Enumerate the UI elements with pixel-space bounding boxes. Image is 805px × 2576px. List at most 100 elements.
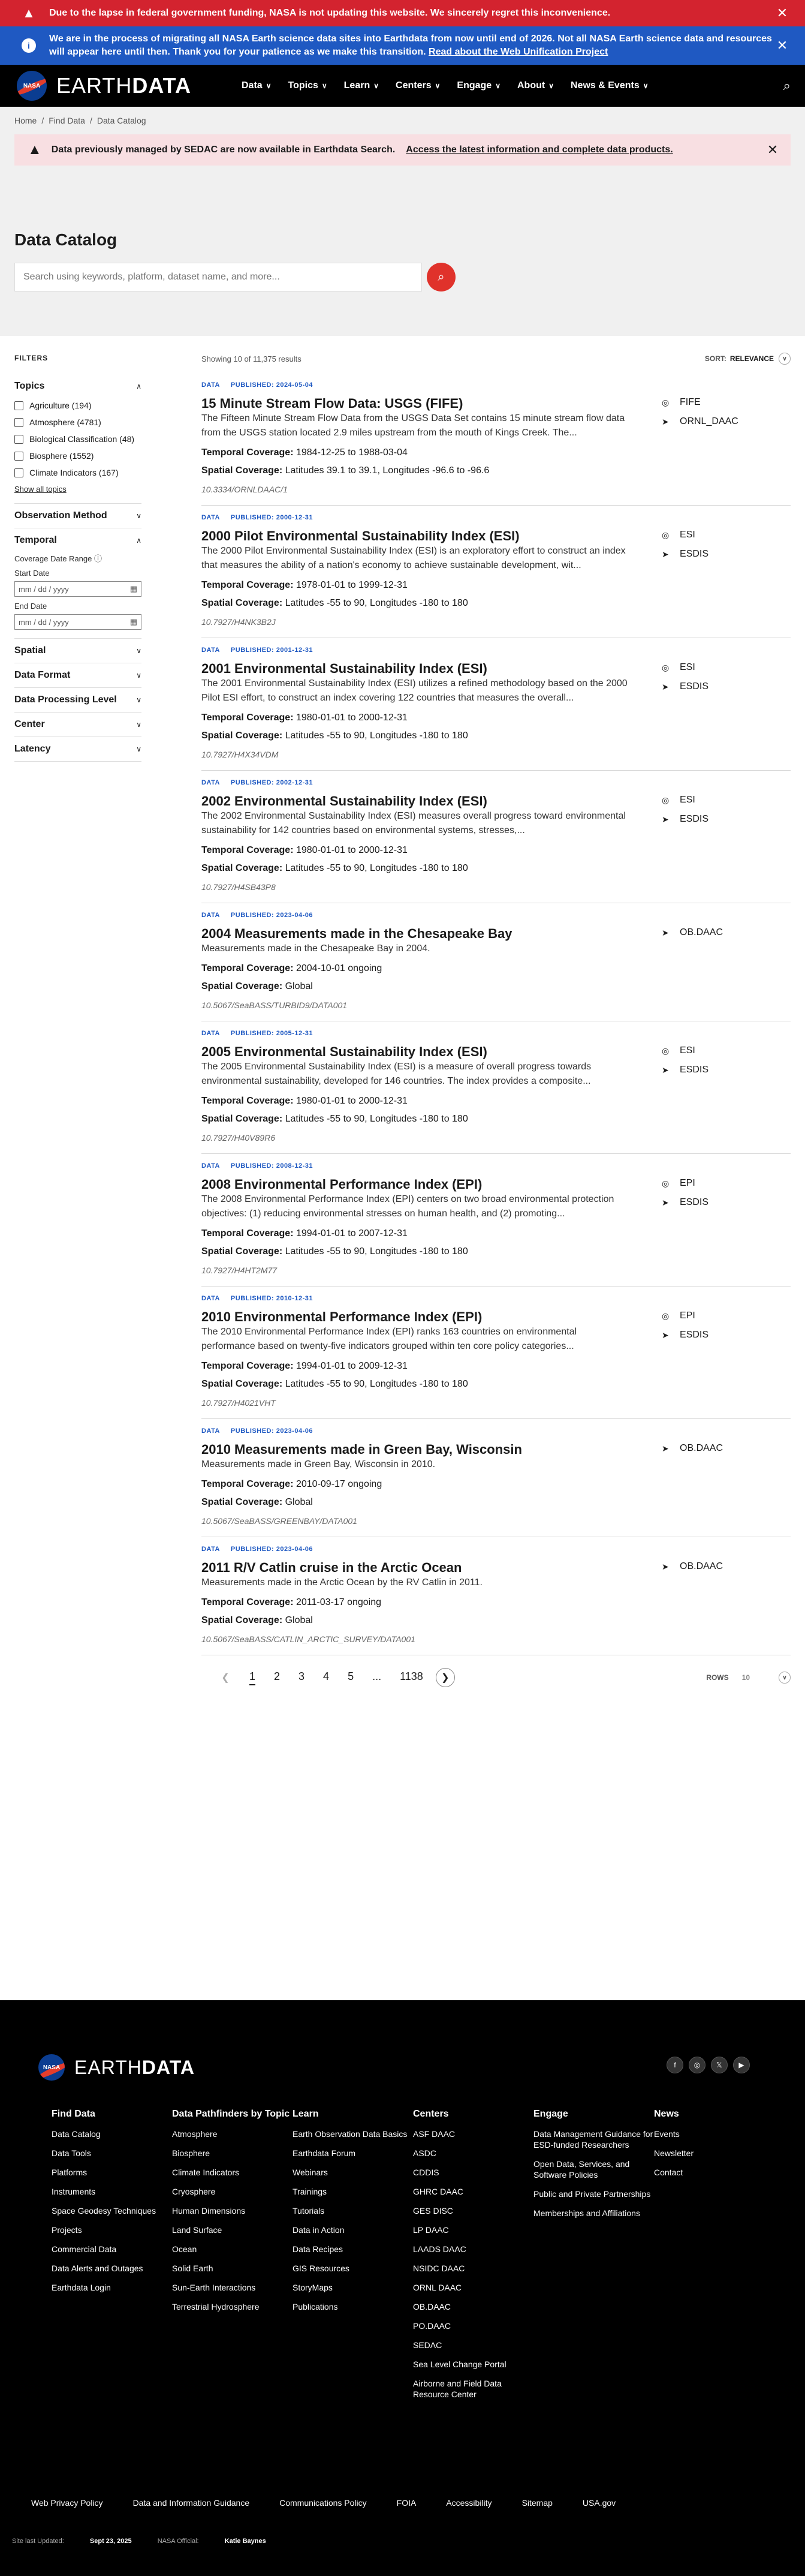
footer-link[interactable]: GHRC DAAC bbox=[413, 2186, 533, 2197]
nav-link-news-events[interactable]: News & Events ∨ bbox=[571, 80, 649, 91]
rows-per-page[interactable]: ROWS 10 ∨ bbox=[706, 1672, 791, 1684]
footer-link[interactable]: CDDIS bbox=[413, 2167, 533, 2178]
footer-link[interactable]: Sea Level Change Portal bbox=[413, 2359, 533, 2370]
footer-link[interactable]: Trainings bbox=[293, 2186, 413, 2197]
show-all-topics-link[interactable]: Show all topics bbox=[14, 485, 141, 494]
footer-link[interactable]: Atmosphere bbox=[172, 2129, 293, 2139]
result-title[interactable]: 2004 Measurements made in the Chesapeake… bbox=[201, 926, 512, 941]
center-filter[interactable]: Center ∨ bbox=[14, 713, 141, 737]
checkbox[interactable] bbox=[14, 434, 23, 444]
page-number-2[interactable]: 2 bbox=[274, 1670, 280, 1685]
result-title[interactable]: 2010 Environmental Performance Index (EP… bbox=[201, 1309, 482, 1324]
page-number-4[interactable]: 4 bbox=[323, 1670, 329, 1685]
footer-link[interactable]: Data Recipes bbox=[293, 2244, 413, 2255]
footer-link[interactable]: Earthdata Forum bbox=[293, 2148, 413, 2159]
footer-link[interactable]: Platforms bbox=[52, 2167, 172, 2178]
breadcrumb-item[interactable]: Find Data bbox=[49, 116, 85, 125]
footer-link[interactable]: Webinars bbox=[293, 2167, 413, 2178]
checkbox[interactable] bbox=[14, 451, 23, 461]
footer-link[interactable]: Contact bbox=[654, 2167, 774, 2178]
spatial-filter[interactable]: Spatial ∨ bbox=[14, 639, 141, 663]
page-number-1[interactable]: 1 bbox=[249, 1670, 256, 1685]
result-title[interactable]: 2011 R/V Catlin cruise in the Arctic Oce… bbox=[201, 1560, 462, 1575]
search-icon[interactable]: ⌕ bbox=[783, 78, 791, 94]
search-input[interactable] bbox=[14, 263, 422, 291]
nav-link-topics[interactable]: Topics ∨ bbox=[288, 80, 327, 91]
next-page-button[interactable]: ❯ bbox=[435, 1668, 455, 1687]
footer-link[interactable]: Open Data, Services, and Software Polici… bbox=[533, 2159, 654, 2180]
footer-link[interactable]: Publications bbox=[293, 2301, 413, 2312]
checkbox[interactable] bbox=[14, 417, 23, 427]
close-icon[interactable]: ✕ bbox=[774, 37, 791, 54]
previous-page-button[interactable]: ❮ bbox=[216, 1668, 235, 1687]
footer-link[interactable]: Newsletter bbox=[654, 2148, 774, 2159]
topic-facet[interactable]: Biological Classification (48) bbox=[14, 434, 141, 444]
footer-link[interactable]: Data Alerts and Outages bbox=[52, 2263, 172, 2274]
data-processing-level-filter[interactable]: Data Processing Level ∨ bbox=[14, 688, 141, 713]
result-title[interactable]: 2010 Measurements made in Green Bay, Wis… bbox=[201, 1442, 522, 1457]
footer-link[interactable]: OB.DAAC bbox=[413, 2301, 533, 2312]
footer-link[interactable]: Ocean bbox=[172, 2244, 293, 2255]
footer-link[interactable]: Data Management Guidance for ESD-funded … bbox=[533, 2129, 654, 2150]
result-title[interactable]: 2008 Environmental Performance Index (EP… bbox=[201, 1177, 482, 1192]
footer-link[interactable]: Land Surface bbox=[172, 2225, 293, 2235]
footer-bottom-link[interactable]: Sitemap bbox=[522, 2498, 553, 2508]
footer-link[interactable]: Earth Observation Data Basics bbox=[293, 2129, 413, 2139]
migration-link[interactable]: Read about the Web Unification Project bbox=[429, 47, 608, 57]
footer-link[interactable]: Human Dimensions bbox=[172, 2205, 293, 2216]
footer-link[interactable]: Memberships and Affiliations bbox=[533, 2208, 654, 2219]
nav-link-data[interactable]: Data ∨ bbox=[242, 80, 271, 91]
footer-link[interactable]: Climate Indicators bbox=[172, 2167, 293, 2178]
facebook-icon[interactable]: f bbox=[667, 2057, 683, 2073]
footer-bottom-link[interactable]: Accessibility bbox=[446, 2498, 492, 2508]
nav-link-engage[interactable]: Engage ∨ bbox=[457, 80, 501, 91]
youtube-icon[interactable]: ▶ bbox=[733, 2057, 750, 2073]
page-number-1138[interactable]: 1138 bbox=[400, 1670, 423, 1685]
footer-link[interactable]: LAADS DAAC bbox=[413, 2244, 533, 2255]
data-format-filter[interactable]: Data Format ∨ bbox=[14, 663, 141, 688]
earthdata-logo[interactable]: NASA EARTHDATA bbox=[17, 71, 191, 101]
end-date-input[interactable]: mm / dd / yyyy ▦ bbox=[14, 614, 141, 630]
close-icon[interactable]: ✕ bbox=[764, 142, 781, 158]
topics-filter-header[interactable]: Topics ∧ bbox=[14, 379, 141, 393]
latency-filter[interactable]: Latency ∨ bbox=[14, 737, 141, 762]
footer-logo[interactable]: NASA EARTHDATA bbox=[38, 2054, 195, 2081]
nav-link-learn[interactable]: Learn ∨ bbox=[344, 80, 379, 91]
footer-link[interactable]: Commercial Data bbox=[52, 2244, 172, 2255]
footer-link[interactable]: Data Catalog bbox=[52, 2129, 172, 2139]
footer-link[interactable]: GIS Resources bbox=[293, 2263, 413, 2274]
topic-facet[interactable]: Agriculture (194) bbox=[14, 401, 141, 410]
footer-link[interactable]: Events bbox=[654, 2129, 774, 2139]
footer-link[interactable]: Terrestrial Hydrosphere bbox=[172, 2301, 293, 2312]
footer-bottom-link[interactable]: Communications Policy bbox=[279, 2498, 367, 2508]
temporal-filter-header[interactable]: Temporal ∧ bbox=[14, 533, 141, 548]
topic-facet[interactable]: Biosphere (1552) bbox=[14, 451, 141, 461]
nav-link-centers[interactable]: Centers ∨ bbox=[396, 80, 440, 91]
footer-link[interactable]: Tutorials bbox=[293, 2205, 413, 2216]
search-button[interactable]: ⌕ bbox=[427, 263, 456, 291]
close-icon[interactable]: ✕ bbox=[774, 5, 791, 22]
topic-facet[interactable]: Atmosphere (4781) bbox=[14, 417, 141, 427]
nav-link-about[interactable]: About ∨ bbox=[517, 80, 554, 91]
footer-link[interactable]: PO.DAAC bbox=[413, 2320, 533, 2331]
footer-link[interactable]: Projects bbox=[52, 2225, 172, 2235]
result-title[interactable]: 2005 Environmental Sustainability Index … bbox=[201, 1044, 487, 1059]
result-title[interactable]: 2002 Environmental Sustainability Index … bbox=[201, 793, 487, 808]
observation-method-filter[interactable]: Observation Method ∨ bbox=[14, 504, 141, 528]
footer-link[interactable]: Space Geodesy Techniques bbox=[52, 2205, 172, 2216]
instagram-icon[interactable]: ◎ bbox=[689, 2057, 705, 2073]
checkbox[interactable] bbox=[14, 468, 23, 477]
result-title[interactable]: 2000 Pilot Environmental Sustainability … bbox=[201, 528, 520, 543]
page-number-3[interactable]: 3 bbox=[299, 1670, 304, 1685]
help-icon[interactable]: ⓘ bbox=[94, 554, 102, 563]
footer-link[interactable]: SEDAC bbox=[413, 2340, 533, 2350]
footer-link[interactable]: Airborne and Field Data Resource Center bbox=[413, 2378, 533, 2400]
footer-bottom-link[interactable]: USA.gov bbox=[583, 2498, 616, 2508]
footer-link[interactable]: ORNL DAAC bbox=[413, 2282, 533, 2293]
footer-link[interactable]: Solid Earth bbox=[172, 2263, 293, 2274]
alert-link[interactable]: Access the latest information and comple… bbox=[406, 145, 673, 155]
footer-link[interactable]: ASF DAAC bbox=[413, 2129, 533, 2139]
footer-bottom-link[interactable]: Data and Information Guidance bbox=[133, 2498, 250, 2508]
footer-link[interactable]: GES DISC bbox=[413, 2205, 533, 2216]
footer-link[interactable]: LP DAAC bbox=[413, 2225, 533, 2235]
